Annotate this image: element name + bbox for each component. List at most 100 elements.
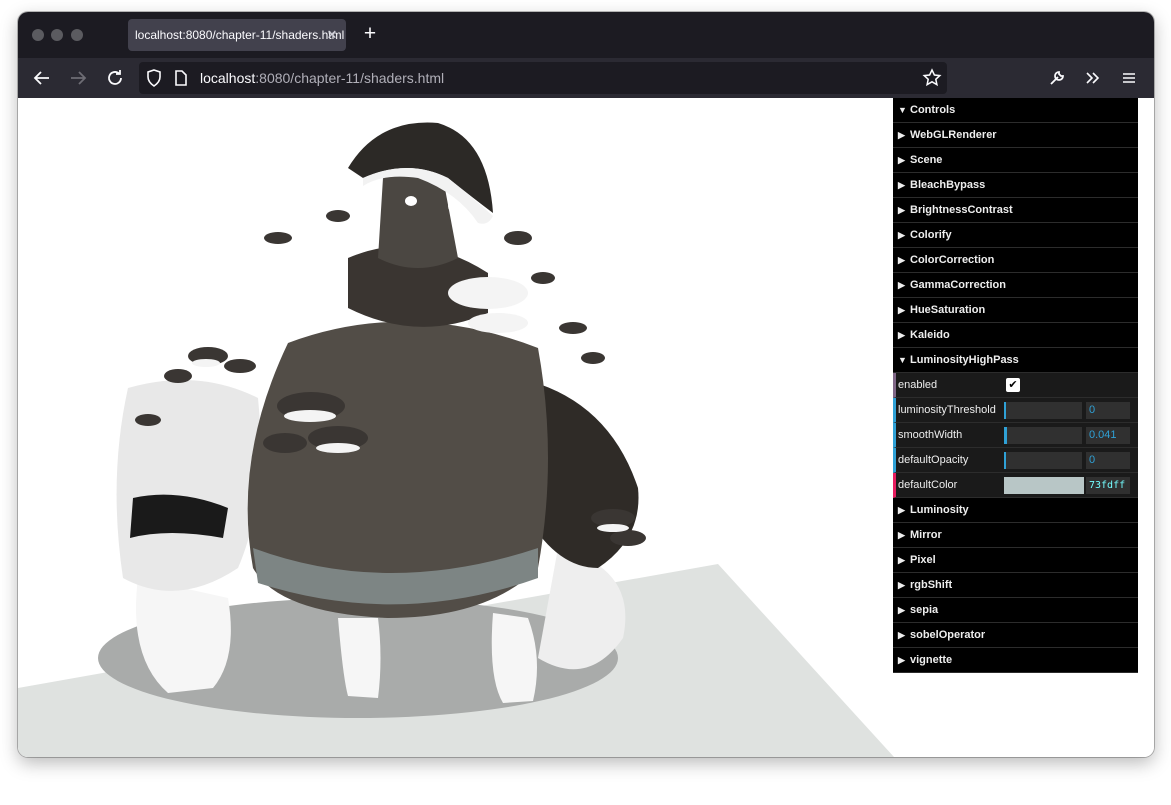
folder-label: rgbShift [910, 579, 953, 591]
control-label: defaultColor [898, 479, 958, 491]
folder-rgbshift[interactable]: ▶ rgbShift [893, 573, 1138, 598]
url-path: :8080/chapter-11/shaders.html [255, 70, 445, 86]
enabled-checkbox[interactable]: ✔ [1006, 378, 1020, 392]
slider-fill [1004, 427, 1007, 444]
url-text[interactable]: localhost:8080/chapter-11/shaders.html [200, 62, 444, 94]
folder-label: ColorCorrection [910, 254, 995, 266]
folder-huesaturation[interactable]: ▶ HueSaturation [893, 298, 1138, 323]
close-icon[interactable]: ✕ [324, 19, 340, 51]
chevron-right-icon: ▶ [898, 180, 905, 190]
chevron-right-icon: ▶ [898, 130, 905, 140]
control-default-color: defaultColor 73fdff [893, 473, 1138, 498]
folder-luminosityhighpass[interactable]: ▼ LuminosityHighPass [893, 348, 1138, 373]
control-smooth-width: smoothWidth 0.041 [893, 423, 1138, 448]
slider-fill [1004, 402, 1006, 419]
control-label: smoothWidth [898, 429, 963, 441]
folder-label: LuminosityHighPass [910, 354, 1019, 366]
control-label: enabled [898, 379, 938, 391]
default-color-input[interactable]: 73fdff [1086, 477, 1130, 494]
chevron-right-icon: ▶ [898, 555, 905, 565]
default-opacity-slider[interactable] [1004, 452, 1082, 469]
reload-icon[interactable] [103, 66, 127, 90]
control-default-opacity: defaultOpacity 0 [893, 448, 1138, 473]
navigation-bar: localhost:8080/chapter-11/shaders.html [18, 58, 1154, 98]
page-icon[interactable] [168, 66, 192, 90]
chevron-down-icon: ▼ [898, 355, 907, 365]
window-close-dot[interactable] [32, 29, 44, 41]
chevron-right-icon: ▶ [898, 230, 905, 240]
overflow-chevron-icon[interactable] [1081, 66, 1105, 90]
control-luminosity-threshold: luminosityThreshold 0 [893, 398, 1138, 423]
folder-label: WebGLRenderer [910, 129, 997, 141]
slider-fill [1004, 452, 1006, 469]
smooth-width-input[interactable]: 0.041 [1086, 427, 1130, 444]
control-label: defaultOpacity [898, 454, 969, 466]
wrench-icon[interactable] [1045, 66, 1069, 90]
default-opacity-input[interactable]: 0 [1086, 452, 1130, 469]
control-label: luminosityThreshold [898, 404, 996, 416]
chevron-right-icon: ▶ [898, 580, 905, 590]
tab-bar: localhost:8080/chapter-11/shaders.html ✕… [18, 12, 1154, 58]
folder-mirror[interactable]: ▶ Mirror [893, 523, 1138, 548]
luminosity-threshold-slider[interactable] [1004, 402, 1082, 419]
folder-pixel[interactable]: ▶ Pixel [893, 548, 1138, 573]
chevron-right-icon: ▶ [898, 305, 905, 315]
folder-colorcorrection[interactable]: ▶ ColorCorrection [893, 248, 1138, 273]
webgl-viewport[interactable]: ▼ Controls ▶ WebGLRenderer ▶ Scene ▶ BleachB… [18, 98, 1154, 757]
shield-icon[interactable] [142, 66, 166, 90]
luminosity-threshold-input[interactable]: 0 [1086, 402, 1130, 419]
tab-active[interactable]: localhost:8080/chapter-11/shaders.html ✕ [128, 19, 346, 51]
menu-icon[interactable] [1117, 66, 1141, 90]
folder-label: Scene [910, 154, 943, 166]
folder-bleachbypass[interactable]: ▶ BleachBypass [893, 173, 1138, 198]
folder-label: Pixel [910, 554, 936, 566]
tab-title: localhost:8080/chapter-11/shaders.html [135, 28, 345, 42]
folder-scene[interactable]: ▶ Scene [893, 148, 1138, 173]
smooth-width-slider[interactable] [1004, 427, 1082, 444]
new-tab-icon[interactable]: + [359, 23, 381, 45]
forward-arrow-icon[interactable] [66, 66, 90, 90]
chevron-right-icon: ▶ [898, 630, 905, 640]
default-color-swatch[interactable] [1004, 477, 1084, 494]
chevron-right-icon: ▶ [898, 330, 905, 340]
folder-luminosity[interactable]: ▶ Luminosity [893, 498, 1138, 523]
chevron-right-icon: ▶ [898, 605, 905, 615]
folder-label: BrightnessContrast [910, 204, 1013, 216]
folder-label: Kaleido [910, 329, 950, 341]
folder-label: Colorify [910, 229, 952, 241]
chevron-right-icon: ▶ [898, 280, 905, 290]
back-arrow-icon[interactable] [30, 66, 54, 90]
folder-label: sobelOperator [910, 629, 986, 641]
folder-label: BleachBypass [910, 179, 986, 191]
folder-webglrenderer[interactable]: ▶ WebGLRenderer [893, 123, 1138, 148]
folder-gammacorrection[interactable]: ▶ GammaCorrection [893, 273, 1138, 298]
folder-label: Luminosity [910, 504, 969, 516]
folder-label: vignette [910, 654, 953, 666]
chevron-right-icon: ▶ [898, 505, 905, 515]
window-zoom-dot[interactable] [71, 29, 83, 41]
control-enabled: enabled ✔ [893, 373, 1138, 398]
folder-brightnesscontrast[interactable]: ▶ BrightnessContrast [893, 198, 1138, 223]
controls-root-folder[interactable]: ▼ Controls [893, 98, 1138, 123]
url-bar[interactable]: localhost:8080/chapter-11/shaders.html [139, 62, 947, 94]
folder-label: sepia [910, 604, 939, 616]
browser-window: localhost:8080/chapter-11/shaders.html ✕… [18, 12, 1154, 757]
controls-panel: ▼ Controls ▶ WebGLRenderer ▶ Scene ▶ BleachB… [893, 98, 1138, 673]
folder-sepia[interactable]: ▶ sepia [893, 598, 1138, 623]
folder-label: Mirror [910, 529, 942, 541]
chevron-right-icon: ▶ [898, 155, 905, 165]
chevron-right-icon: ▶ [898, 655, 905, 665]
folder-label: HueSaturation [910, 304, 986, 316]
controls-title: Controls [910, 104, 956, 116]
chevron-down-icon: ▼ [898, 105, 907, 115]
folder-vignette[interactable]: ▶ vignette [893, 648, 1138, 673]
chevron-right-icon: ▶ [898, 255, 905, 265]
chevron-right-icon: ▶ [898, 530, 905, 540]
folder-colorify[interactable]: ▶ Colorify [893, 223, 1138, 248]
url-host: localhost [200, 70, 256, 86]
folder-label: GammaCorrection [910, 279, 1006, 291]
folder-kaleido[interactable]: ▶ Kaleido [893, 323, 1138, 348]
folder-sobeloperator[interactable]: ▶ sobelOperator [893, 623, 1138, 648]
bookmark-star-icon[interactable] [920, 66, 944, 90]
window-minimize-dot[interactable] [51, 29, 63, 41]
